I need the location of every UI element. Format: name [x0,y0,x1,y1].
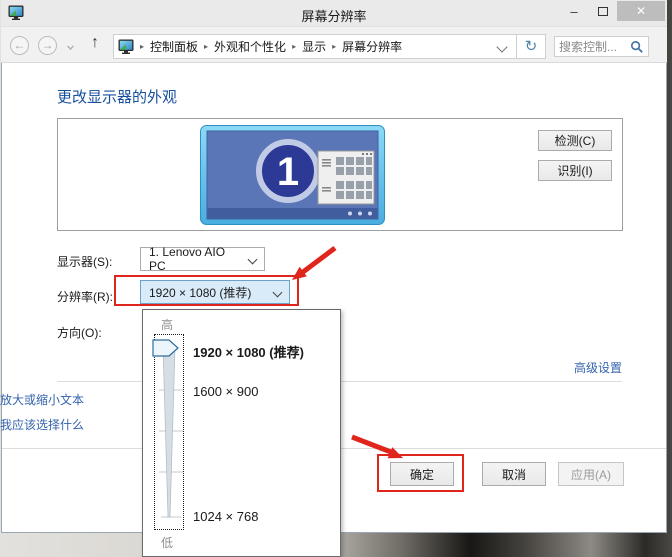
apply-button[interactable]: 应用(A) [558,462,624,486]
resolution-option-1920x1080[interactable]: 1920 × 1080 (推荐) [193,342,304,361]
orientation-label: 方向(O): [57,324,102,341]
search-box [554,36,649,57]
cancel-button[interactable]: 取消 [482,462,546,486]
address-dropdown-chevron-icon[interactable] [496,41,507,52]
chevron-down-icon [248,255,258,265]
chevron-down-icon [273,288,283,298]
resolution-slider[interactable] [147,336,191,532]
display-settings-help-link[interactable]: 我应该选择什么 [0,416,84,433]
maximize-button[interactable] [589,0,617,22]
resolution-option-1024x768[interactable]: 1024 × 768 [193,509,258,524]
up-button[interactable]: ↑ [91,34,99,52]
identify-button[interactable]: 识别(I) [538,160,612,181]
display-combobox-value: 1. Lenovo AIO PC [149,245,240,273]
breadcrumb-item-control-panel[interactable]: 控制面板 [150,38,198,55]
start-screen-thumbnail [318,151,374,204]
resolution-option-1600x900[interactable]: 1600 × 900 [193,384,258,399]
breadcrumb-separator-icon: ▸ [332,42,336,51]
monitor-preview[interactable]: 1 [200,125,385,225]
breadcrumb-item-screen-resolution[interactable]: 屏幕分辨率 [342,38,402,55]
maximize-icon [598,7,608,16]
recent-pages-chevron-icon[interactable] [67,43,74,50]
forward-arrow-icon: → [42,38,54,52]
forward-button[interactable]: → [38,36,57,55]
breadcrumb-item-appearance[interactable]: 外观和个性化 [214,38,286,55]
breadcrumb-item-display[interactable]: 显示 [302,38,326,55]
display-combobox[interactable]: 1. Lenovo AIO PC [140,247,265,271]
slider-high-label: 高 [161,316,173,333]
navigation-bar: ← → ↑ ▸ 控制面板 ▸ 外观和个性化 ▸ 显示 ▸ 屏幕分辨率 ↻ [1,27,667,63]
monitor-number: 1 [277,150,299,194]
resolution-combobox-value: 1920 × 1080 (推荐) [149,284,251,301]
ok-button[interactable]: 确定 [390,462,454,486]
breadcrumb: ▸ 控制面板 ▸ 外观和个性化 ▸ 显示 ▸ 屏幕分辨率 [113,34,517,59]
slider-low-label: 低 [161,534,173,551]
resolution-combobox[interactable]: 1920 × 1080 (推荐) [140,280,290,304]
search-icon[interactable] [630,40,644,54]
resolution-dropdown-popup: 高 1920 × 1080 (推荐) 1600 × 900 1024 × 768… [142,309,341,557]
display-label: 显示器(S): [57,253,112,270]
close-button[interactable]: ✕ [617,1,665,21]
back-arrow-icon: ← [14,38,26,52]
minimize-button[interactable]: – [559,0,589,22]
refresh-icon: ↻ [525,38,538,55]
breadcrumb-location-icon [118,39,134,55]
resize-text-link[interactable]: 放大或缩小文本 [0,391,84,408]
resolution-label: 分辨率(R): [57,288,113,305]
page-title: 更改显示器的外观 [57,86,177,107]
search-input[interactable] [555,40,630,54]
breadcrumb-separator-icon: ▸ [204,42,208,51]
detect-button[interactable]: 检测(C) [538,130,612,151]
title-bar: 屏幕分辨率 – ✕ [1,0,667,27]
screen: 屏幕分辨率 – ✕ ← → ↑ ▸ 控制面板 ▸ 外观和个性化 ▸ 显示 [0,0,672,557]
breadcrumb-separator-icon: ▸ [140,42,144,51]
back-button[interactable]: ← [10,36,29,55]
advanced-settings-link[interactable]: 高级设置 [560,359,622,376]
refresh-button[interactable]: ↻ [517,34,546,59]
breadcrumb-separator-icon: ▸ [292,42,296,51]
